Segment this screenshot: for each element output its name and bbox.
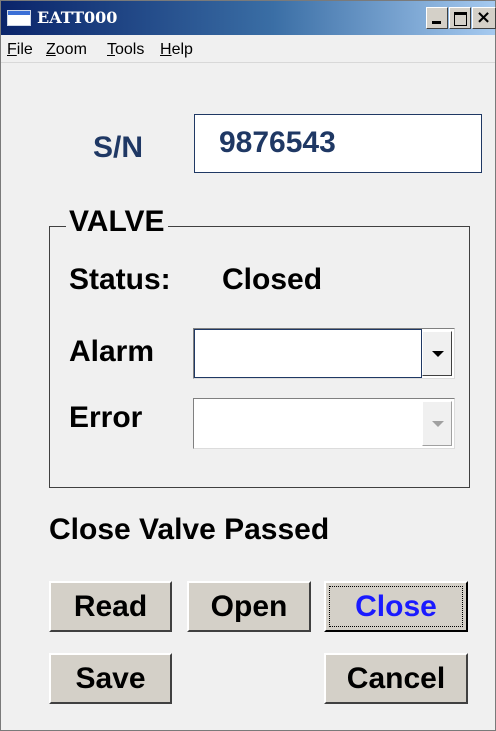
alarm-dropdown-value[interactable] [194, 329, 422, 378]
read-button[interactable]: Read [49, 581, 172, 632]
app-window: EATT000 × File Zoom Tools Help S/N 98765… [0, 0, 496, 731]
save-button[interactable]: Save [49, 653, 172, 704]
serial-number-label: S/N [93, 131, 144, 164]
menu-file[interactable]: File [7, 41, 33, 59]
chevron-down-icon[interactable] [422, 401, 452, 446]
menu-help[interactable]: Help [160, 41, 193, 59]
status-message: Close Valve Passed [49, 513, 330, 546]
status-value: Closed [222, 263, 323, 296]
error-dropdown-value[interactable] [194, 399, 422, 448]
window-title: EATT000 [37, 8, 118, 27]
alarm-label: Alarm [69, 335, 155, 368]
minimize-button[interactable] [426, 7, 448, 29]
open-button[interactable]: Open [187, 581, 311, 632]
menu-bar: File Zoom Tools Help [1, 35, 495, 63]
chevron-down-icon[interactable] [422, 331, 452, 376]
alarm-dropdown[interactable] [193, 328, 455, 379]
serial-number-field[interactable]: 9876543 [194, 114, 482, 173]
close-icon: × [476, 7, 492, 28]
close-window-button[interactable]: × [472, 7, 496, 29]
menu-tools[interactable]: Tools [107, 41, 144, 59]
close-button[interactable]: Close [324, 581, 468, 632]
app-window-icon[interactable] [7, 10, 31, 26]
status-label: Status: [69, 263, 171, 296]
error-dropdown[interactable] [193, 398, 455, 449]
error-label: Error [69, 401, 143, 434]
valve-group-title: VALVE [66, 205, 168, 239]
cancel-button[interactable]: Cancel [324, 653, 468, 704]
title-bar[interactable]: EATT000 × [1, 1, 496, 35]
maximize-button[interactable] [449, 7, 471, 29]
menu-zoom[interactable]: Zoom [46, 41, 87, 59]
